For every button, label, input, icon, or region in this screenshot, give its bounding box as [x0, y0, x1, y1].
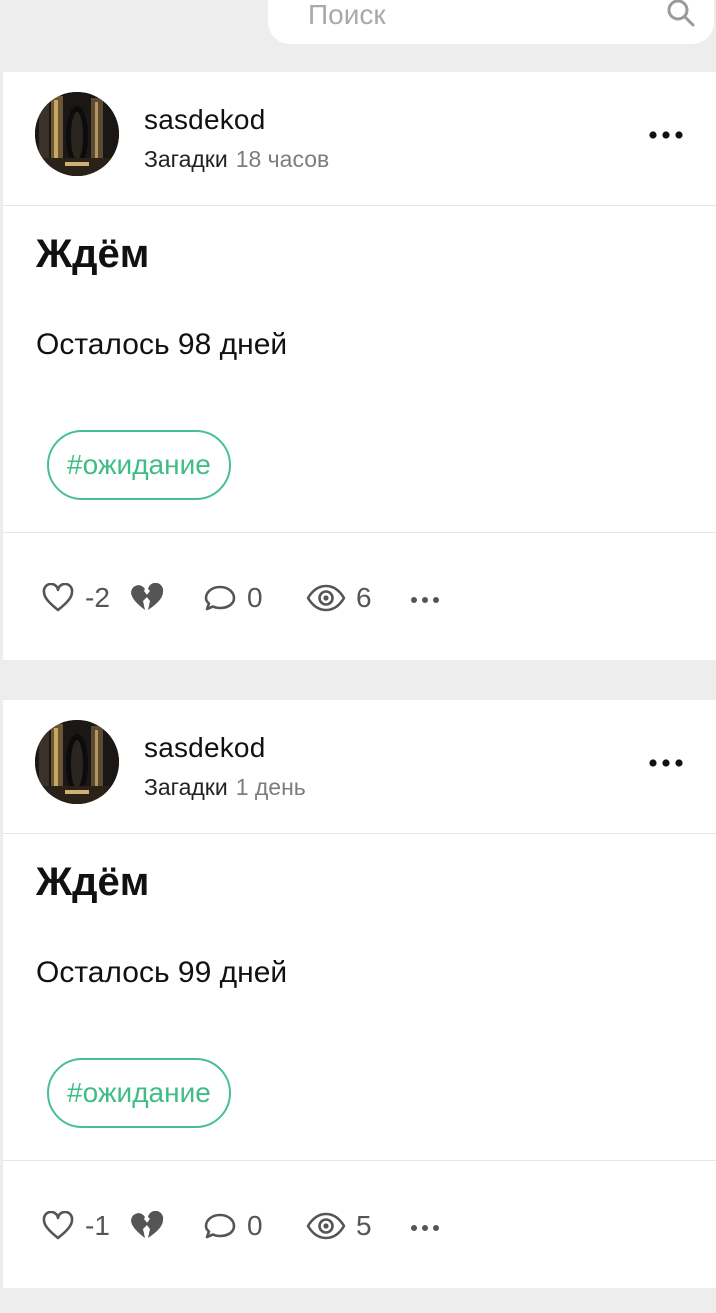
more-dots-icon: [411, 597, 439, 603]
heart-icon: [42, 583, 74, 612]
like-button[interactable]: -2: [41, 581, 110, 615]
search-box[interactable]: [268, 0, 714, 44]
post-tag[interactable]: #ожидание: [47, 430, 231, 500]
post-time: 1 день: [235, 774, 306, 800]
post-header: sasdekod Загадки 1 день: [3, 700, 716, 834]
author-name[interactable]: sasdekod: [144, 104, 265, 136]
comments-button[interactable]: 0: [203, 1209, 263, 1243]
post-card: sasdekod Загадки 1 день Ждём Осталось 99 …: [3, 700, 716, 1288]
comment-icon: [204, 585, 236, 611]
dislike-button[interactable]: [129, 1209, 165, 1243]
eye-icon: [306, 584, 346, 612]
rating-count: -2: [85, 582, 110, 613]
post-meta: Загадки 18 часов: [144, 146, 329, 173]
comment-icon: [204, 1213, 236, 1239]
author-name[interactable]: sasdekod: [144, 732, 265, 764]
post-card: sasdekod Загадки 18 часов Ждём Осталось 9…: [3, 72, 716, 660]
views-indicator: 6: [306, 581, 372, 615]
like-button[interactable]: -1: [41, 1209, 110, 1243]
post-title[interactable]: Ждём: [36, 232, 149, 277]
more-dots-icon: [649, 759, 683, 767]
post-text: Осталось 99 дней: [36, 956, 288, 989]
post-header: sasdekod Загадки 18 часов: [3, 72, 716, 206]
post-actions: -2 0 6: [3, 532, 716, 661]
post-text: Осталось 98 дней: [36, 328, 288, 361]
more-actions-button[interactable]: [410, 1211, 440, 1245]
views-count: 5: [356, 1210, 372, 1241]
post-menu-button[interactable]: [646, 750, 686, 776]
category-link[interactable]: Загадки: [144, 146, 228, 172]
post-menu-button[interactable]: [646, 122, 686, 148]
more-actions-button[interactable]: [410, 583, 440, 617]
top-bar: [0, 0, 716, 72]
more-dots-icon: [649, 131, 683, 139]
post-title[interactable]: Ждём: [36, 860, 149, 905]
comments-count: 0: [247, 582, 263, 613]
broken-heart-icon: [131, 1211, 164, 1238]
avatar[interactable]: [35, 720, 119, 804]
rating-count: -1: [85, 1210, 110, 1241]
post-time: 18 часов: [235, 146, 330, 172]
avatar[interactable]: [35, 92, 119, 176]
search-icon[interactable]: [666, 0, 696, 28]
more-dots-icon: [411, 1225, 439, 1231]
search-input[interactable]: [308, 0, 648, 30]
dislike-button[interactable]: [129, 581, 165, 615]
views-count: 6: [356, 582, 372, 613]
eye-icon: [306, 1212, 346, 1240]
comments-count: 0: [247, 1210, 263, 1241]
comments-button[interactable]: 0: [203, 581, 263, 615]
post-actions: -1 0 5: [3, 1160, 716, 1289]
heart-icon: [42, 1211, 74, 1240]
category-link[interactable]: Загадки: [144, 774, 228, 800]
post-meta: Загадки 1 день: [144, 774, 306, 801]
post-tag[interactable]: #ожидание: [47, 1058, 231, 1128]
broken-heart-icon: [131, 583, 164, 610]
views-indicator: 5: [306, 1209, 372, 1243]
